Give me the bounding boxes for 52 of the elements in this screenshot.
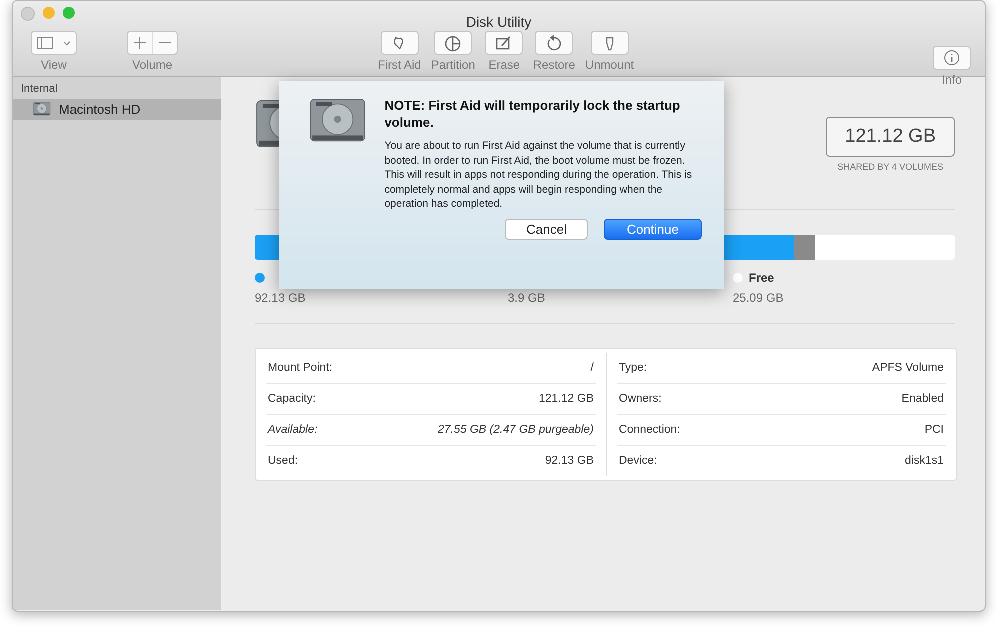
sidebar-icon [37,37,53,49]
info-icon [944,50,960,66]
sidebar-item[interactable]: Macintosh HD [13,99,221,120]
unmount-button[interactable] [590,31,629,55]
erase-button[interactable] [485,31,524,55]
shared-caption: SHARED BY 4 VOLUMES [838,162,944,172]
toolbar-label: Volume [132,58,173,72]
info-button[interactable] [933,46,971,70]
dialog-button[interactable]: Cancel [505,218,588,240]
plus-icon [134,37,146,49]
first-aid-button[interactable] [380,31,419,55]
chevron-down-icon [63,40,71,46]
info-value: Enabled [902,393,944,405]
info-label: Available: [268,424,318,436]
legend-value: 25.09 GB [733,291,785,305]
dialog-title: NOTE: First Aid will temporarily lock the startup volume. [384,97,682,131]
info-label: Capacity: [268,393,316,405]
partition-icon [443,34,464,52]
dialog-button[interactable]: Continue [604,218,702,240]
legend-label: Free [749,271,774,285]
toolbar-label: View [41,58,67,72]
info-label: Owners: [619,393,662,405]
info-label: Used: [268,455,298,467]
hard-drive-icon [33,102,51,117]
toolbar-label: Erase [488,58,520,72]
info-value: PCI [924,424,944,436]
sidebar-section-header: Internal [20,83,59,95]
dialog-message: You are about to run First Aid against the volume that is currently booted. In order to run First Aid, the boot volume must be frozen. This will result in apps not responding during the operation. This is completely normal and apps will begin responding when the operation has completed. [384,139,694,212]
hard-drive-icon [309,97,367,144]
info-value: APFS Volume [872,362,944,374]
info-label: Mount Point: [268,362,333,374]
info-value: 27.55 GB (2.47 GB purgeable) [438,424,594,436]
capacity-box: 121.12 GB [826,117,955,157]
info-value: disk1s1 [905,455,944,467]
partition-button[interactable] [434,31,472,55]
info-value: 92.13 GB [545,455,594,467]
view-button[interactable] [31,31,77,55]
window-title: Disk Utility [466,14,532,30]
legend-value: 3.9 GB [508,291,546,305]
restore-button[interactable] [535,31,574,55]
toolbar-label: Info [942,73,962,87]
info-label: Type: [619,362,648,374]
toolbar-label: Partition [431,58,476,72]
info-value: 121.12 GB [539,393,594,405]
info-label: Connection: [619,424,680,436]
info-label: Device: [619,455,658,467]
minus-icon [159,42,171,44]
legend-value: 92.13 GB [255,291,307,305]
info-value: / [590,362,594,374]
toolbar-label: Unmount [585,58,634,72]
toolbar-label: First Aid [378,58,422,72]
toolbar-label: Restore [533,58,576,72]
